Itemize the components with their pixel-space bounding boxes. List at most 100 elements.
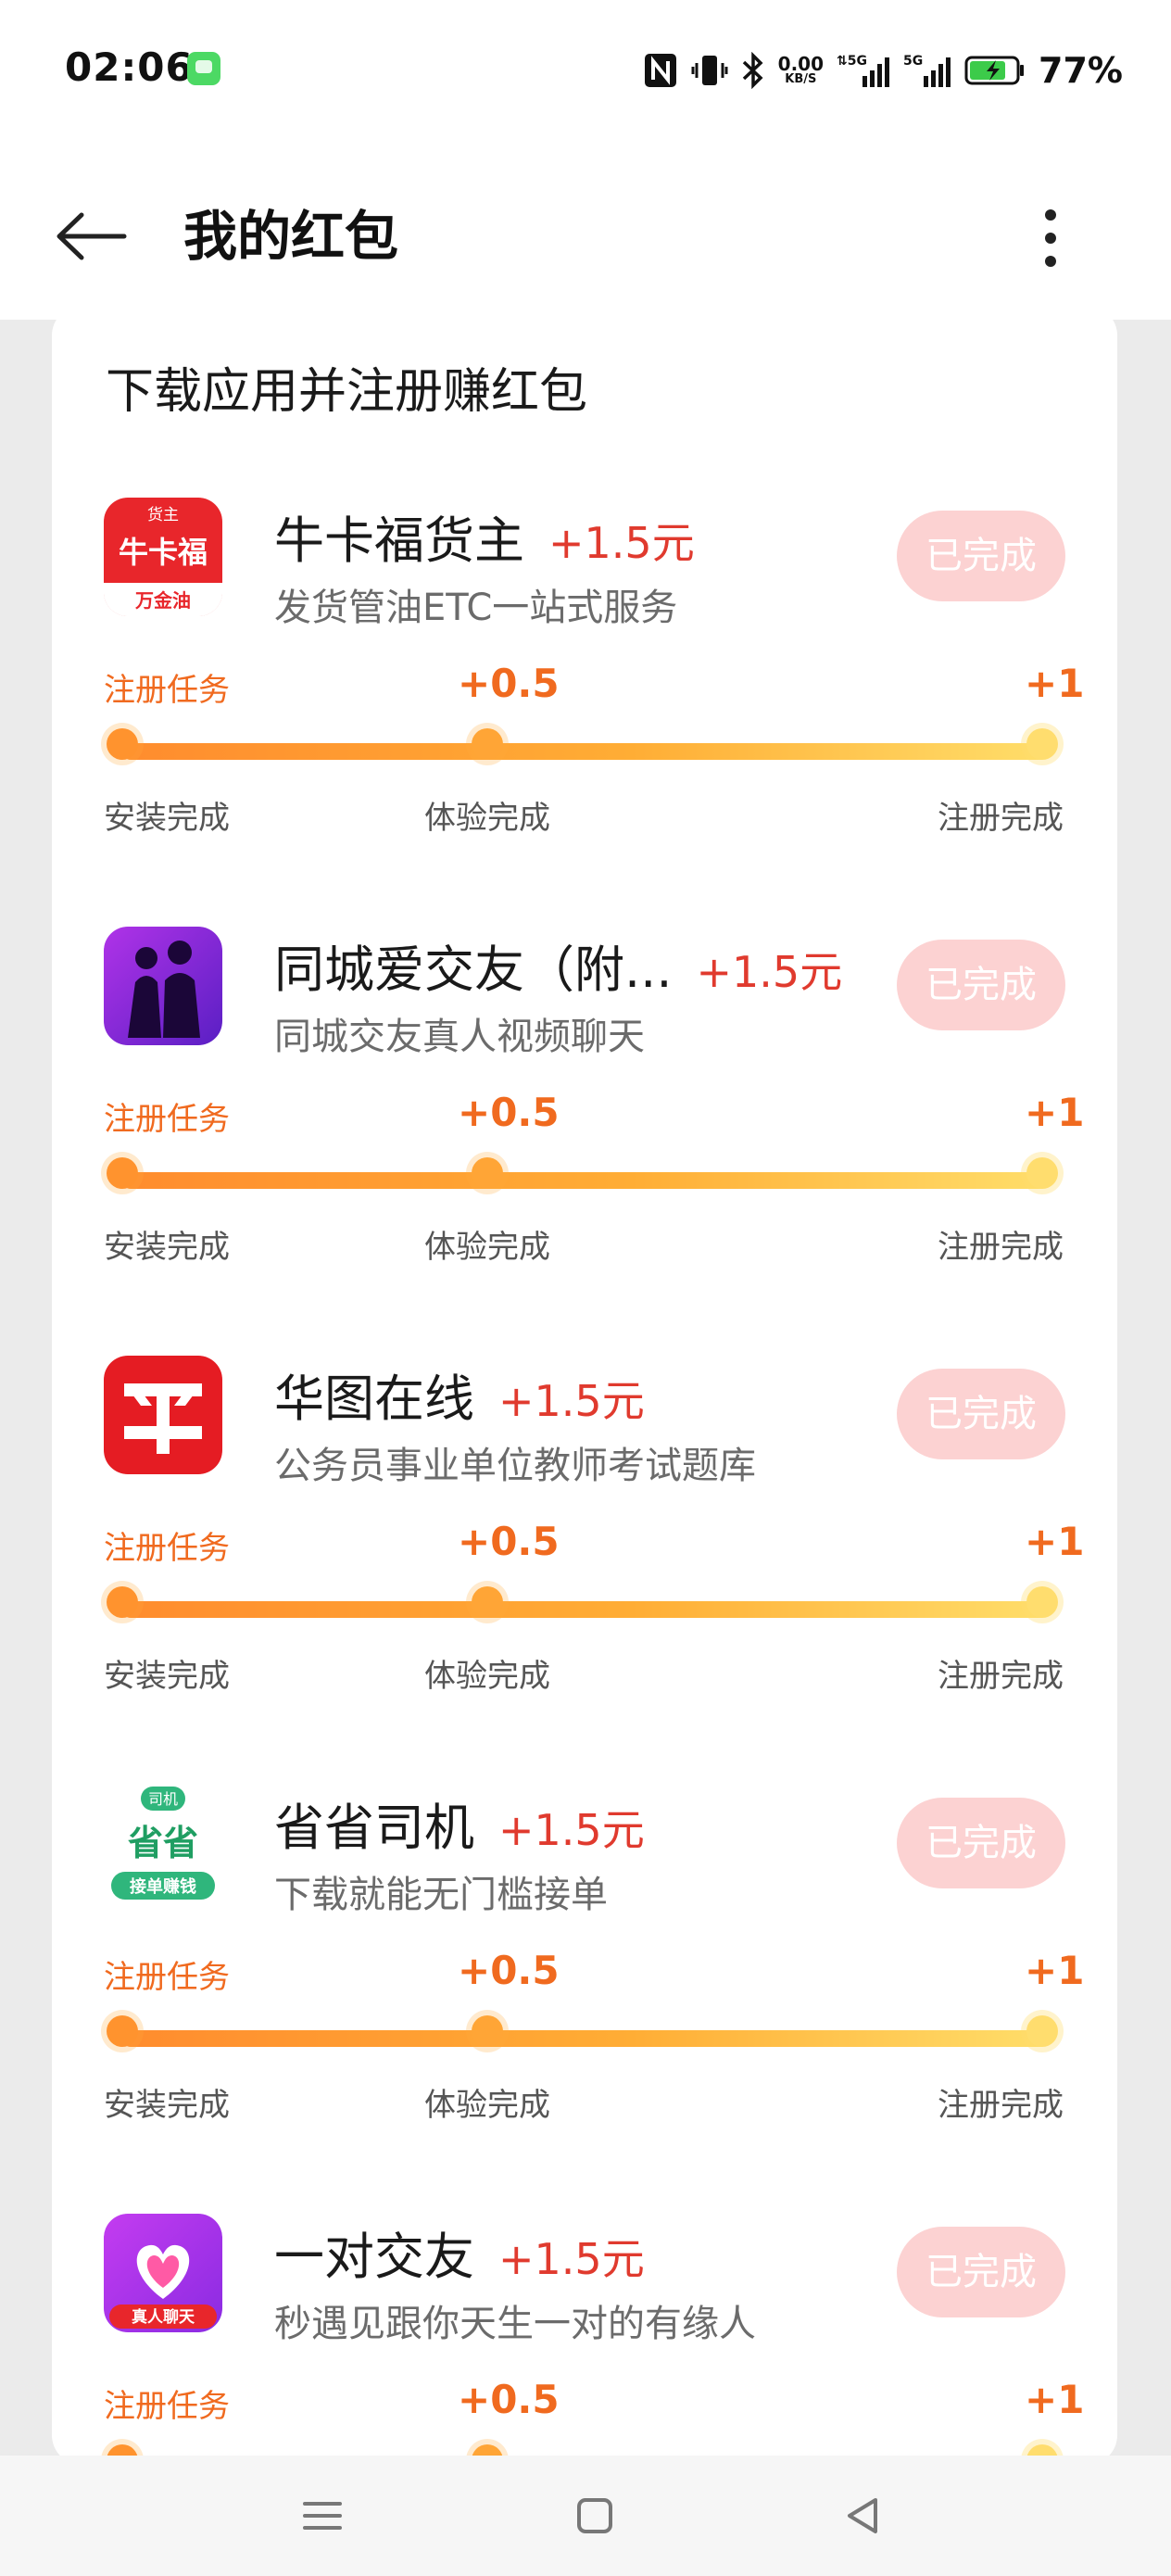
step-register-label: 注册完成	[938, 800, 1064, 837]
niukafu-app-icon[interactable]: 货主 牛卡福 万金油	[104, 498, 222, 616]
progress-dot-register	[1026, 1586, 1058, 1618]
section-title: 下载应用并注册赚红包	[106, 364, 588, 420]
app-description: 公务员事业单位教师考试题库	[274, 1445, 756, 1487]
progress-dot-experience	[472, 1157, 503, 1189]
progress-track	[122, 2030, 1049, 2047]
back-triangle-icon[interactable]	[831, 2483, 896, 2548]
completed-button[interactable]: 已完成	[897, 2227, 1065, 2317]
progress-track	[122, 1601, 1049, 1618]
status-bar: 02:06 0.00 KB/S ⇅5G 5G 77%	[0, 0, 1171, 139]
app-description: 同城交友真人视频聊天	[274, 1016, 645, 1058]
end-reward-label: +1	[1025, 1090, 1085, 1135]
task-type-label: 注册任务	[104, 1101, 230, 1138]
progress-steps: 安装完成 体验完成 注册完成	[52, 792, 1117, 839]
app-name[interactable]: 华图在线	[274, 1357, 474, 1431]
app-name[interactable]: 同城爱交友（附...	[274, 928, 673, 1002]
completed-button[interactable]: 已完成	[897, 1369, 1065, 1459]
app-name[interactable]: 一对交友	[274, 2216, 474, 2289]
mid-reward-label: +0.5	[458, 2377, 560, 2422]
network-speed: 0.00 KB/S	[778, 55, 824, 86]
step-install-label: 安装完成	[104, 1658, 230, 1695]
system-nav-bar	[0, 2456, 1171, 2576]
icon-text: 真人聊天	[132, 2307, 195, 2327]
progress-track	[122, 743, 1049, 760]
task-card: 下载应用并注册赚红包 货主 牛卡福 万金油 牛卡福货主 +1.5元 发货管油ET…	[52, 306, 1117, 2465]
progress-dot-register	[1026, 1157, 1058, 1189]
app-bar	[0, 139, 1171, 320]
icon-text: 牛卡福	[119, 535, 208, 570]
step-install-label: 安装完成	[104, 800, 230, 837]
app-name[interactable]: 牛卡福货主	[274, 499, 524, 573]
reward-labels: 注册任务 +0.5 +1	[52, 661, 1117, 711]
progress-dot-register	[1026, 728, 1058, 760]
progress-dot-install	[107, 2015, 138, 2047]
app-title-row: 同城爱交友（附... +1.5元	[274, 928, 842, 1002]
progress-dot-experience	[472, 1586, 503, 1618]
progress-dot-install	[107, 728, 138, 760]
mid-reward-label: +0.5	[458, 1948, 560, 1993]
svg-text:5G: 5G	[903, 54, 923, 69]
app-title-row: 一对交友 +1.5元	[274, 2216, 645, 2289]
step-install-label: 安装完成	[104, 2087, 230, 2124]
task-type-label: 注册任务	[104, 2388, 230, 2425]
home-square-icon[interactable]	[562, 2483, 627, 2548]
yidui-app-icon[interactable]: 真人聊天	[104, 2214, 222, 2332]
signal-5g-2-icon: 5G	[903, 54, 951, 87]
progress-steps: 安装完成 体验完成 注册完成	[52, 1221, 1117, 1268]
app-reward: +1.5元	[696, 947, 843, 997]
task-item: 司机 省省 接单赚钱 省省司机 +1.5元 下载就能无门槛接单 已完成 注册任务…	[52, 1785, 1117, 2214]
task-item: 同城爱交友（附... +1.5元 同城交友真人视频聊天 已完成 注册任务 +0.…	[52, 927, 1117, 1356]
progress-steps: 安装完成 体验完成 注册完成	[52, 2079, 1117, 2126]
svg-text:⇅5G: ⇅5G	[837, 54, 867, 69]
task-type-label: 注册任务	[104, 1530, 230, 1567]
signal-5g-icon: ⇅5G	[837, 54, 890, 87]
shengsheng-app-icon[interactable]: 司机 省省 接单赚钱	[104, 1785, 222, 1903]
app-name[interactable]: 省省司机	[274, 1787, 474, 1860]
app-description: 下载就能无门槛接单	[274, 1874, 608, 1916]
menu-icon[interactable]	[290, 2483, 355, 2548]
icon-text: 省省	[128, 1823, 198, 1863]
app-reward: +1.5元	[548, 518, 695, 568]
step-experience-label: 体验完成	[424, 800, 550, 837]
completed-button[interactable]: 已完成	[897, 511, 1065, 601]
icon-text: 接单赚钱	[130, 1876, 196, 1897]
step-experience-label: 体验完成	[424, 1229, 550, 1266]
progress-dot-experience	[472, 728, 503, 760]
status-icons: 0.00 KB/S ⇅5G 5G 77%	[643, 46, 1123, 95]
task-item: 货主 牛卡福 万金油 牛卡福货主 +1.5元 发货管油ETC一站式服务 已完成 …	[52, 498, 1117, 927]
message-app-icon	[187, 52, 220, 85]
bluetooth-icon	[742, 52, 763, 89]
icon-text: 万金油	[134, 589, 191, 612]
task-item: 真人聊天 一对交友 +1.5元 秒遇见跟你天生一对的有缘人 已完成 注册任务 +…	[52, 2214, 1117, 2465]
tongcheng-app-icon[interactable]	[104, 927, 222, 1045]
battery-percentage: 77%	[1039, 50, 1123, 91]
network-speed-unit: KB/S	[785, 72, 817, 86]
app-title-row: 省省司机 +1.5元	[274, 1787, 645, 1860]
task-type-label: 注册任务	[104, 672, 230, 709]
step-experience-label: 体验完成	[424, 2087, 550, 2124]
more-options-icon[interactable]	[1030, 206, 1071, 271]
reward-labels: 注册任务 +0.5 +1	[52, 1948, 1117, 1998]
step-register-label: 注册完成	[938, 2087, 1064, 2124]
completed-button[interactable]: 已完成	[897, 940, 1065, 1030]
reward-labels: 注册任务 +0.5 +1	[52, 2377, 1117, 2427]
mid-reward-label: +0.5	[458, 661, 560, 706]
back-arrow-icon[interactable]	[54, 204, 128, 269]
completed-button[interactable]: 已完成	[897, 1798, 1065, 1888]
app-reward: +1.5元	[498, 2234, 645, 2284]
app-title-row: 牛卡福货主 +1.5元	[274, 499, 695, 573]
battery-charging-icon	[964, 56, 1025, 85]
app-title-row: 华图在线 +1.5元	[274, 1357, 645, 1431]
end-reward-label: +1	[1025, 1948, 1085, 1993]
progress-dot-register	[1026, 2015, 1058, 2047]
end-reward-label: +1	[1025, 1519, 1085, 1564]
huatu-app-icon[interactable]	[104, 1356, 222, 1474]
progress-track	[122, 1172, 1049, 1189]
icon-text: 司机	[148, 1790, 178, 1808]
app-description: 发货管油ETC一站式服务	[274, 587, 678, 629]
task-type-label: 注册任务	[104, 1959, 230, 1996]
status-time: 02:06	[65, 44, 194, 90]
reward-labels: 注册任务 +0.5 +1	[52, 1090, 1117, 1140]
task-item: 华图在线 +1.5元 公务员事业单位教师考试题库 已完成 注册任务 +0.5 +…	[52, 1356, 1117, 1785]
app-reward: +1.5元	[498, 1376, 645, 1426]
